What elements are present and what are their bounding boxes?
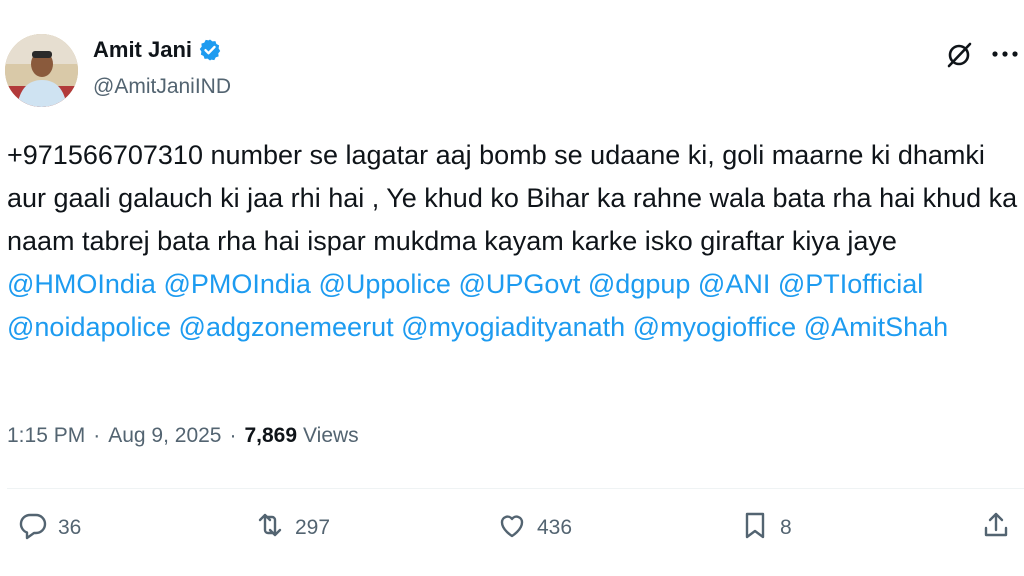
more-options-icon[interactable] (990, 42, 1020, 66)
views-label: Views (303, 424, 359, 447)
mention-link[interactable]: @PTIofficial (778, 269, 923, 299)
bookmark-button[interactable]: 8 (740, 510, 792, 546)
mention-link[interactable]: @adgzonemeerut (179, 312, 394, 342)
mention-link[interactable]: @PMOIndia (163, 269, 310, 299)
tweet-time[interactable]: 1:15 PM (7, 424, 85, 448)
bookmark-count: 8 (780, 516, 792, 539)
tweet-text-segment (796, 312, 804, 342)
reply-button[interactable]: 36 (18, 510, 81, 546)
views-count: 7,869 (244, 424, 298, 447)
meta-separator: · (229, 424, 237, 447)
tweet-text-segment (690, 269, 698, 299)
profile-photo-icon (5, 34, 78, 107)
divider (7, 488, 1024, 489)
mention-link[interactable]: @UPGovt (458, 269, 580, 299)
tweet-text: +971566707310 number se lagatar aaj bomb… (7, 134, 1022, 349)
tweet-date[interactable]: Aug 9, 2025 (108, 424, 221, 448)
verified-badge-icon (198, 38, 222, 62)
author-name-row[interactable]: Amit Jani (93, 37, 222, 63)
tweet-text-segment (394, 312, 402, 342)
mention-link[interactable]: @ANI (698, 269, 770, 299)
bookmark-icon (740, 510, 770, 546)
author-handle[interactable]: @AmitJaniIND (93, 75, 231, 99)
tweet-text-segment (625, 312, 633, 342)
mention-link[interactable]: @dgpup (588, 269, 691, 299)
mention-link[interactable]: @HMOIndia (7, 269, 156, 299)
like-icon (497, 510, 527, 546)
action-bar: 36 297 436 8 (0, 510, 1024, 554)
tweet-text-segment (770, 269, 778, 299)
share-icon (981, 510, 1011, 546)
meta-separator: · (93, 424, 101, 447)
repost-count: 297 (295, 516, 331, 539)
mention-link[interactable]: @noidapolice (7, 312, 171, 342)
tweet-text-segment (171, 312, 179, 342)
share-button[interactable] (981, 510, 1011, 546)
grok-icon[interactable] (944, 40, 974, 70)
reply-count: 36 (58, 516, 82, 539)
like-button[interactable]: 436 (497, 510, 572, 546)
like-count: 436 (537, 516, 573, 539)
avatar[interactable] (5, 34, 78, 107)
tweet-text-segment: +971566707310 number se lagatar aaj bomb… (7, 140, 1018, 256)
reply-icon (18, 510, 48, 546)
repost-button[interactable]: 297 (255, 510, 330, 546)
mention-link[interactable]: @myogioffice (633, 312, 796, 342)
mention-link[interactable]: @AmitShah (804, 312, 948, 342)
repost-icon (255, 510, 285, 546)
mention-link[interactable]: @Uppolice (318, 269, 450, 299)
tweet-meta: 1:15 PM · Aug 9, 2025 · 7,869 Views (7, 424, 359, 448)
author-name[interactable]: Amit Jani (93, 37, 192, 63)
tweet-text-segment (580, 269, 588, 299)
mention-link[interactable]: @myogiadityanath (401, 312, 625, 342)
